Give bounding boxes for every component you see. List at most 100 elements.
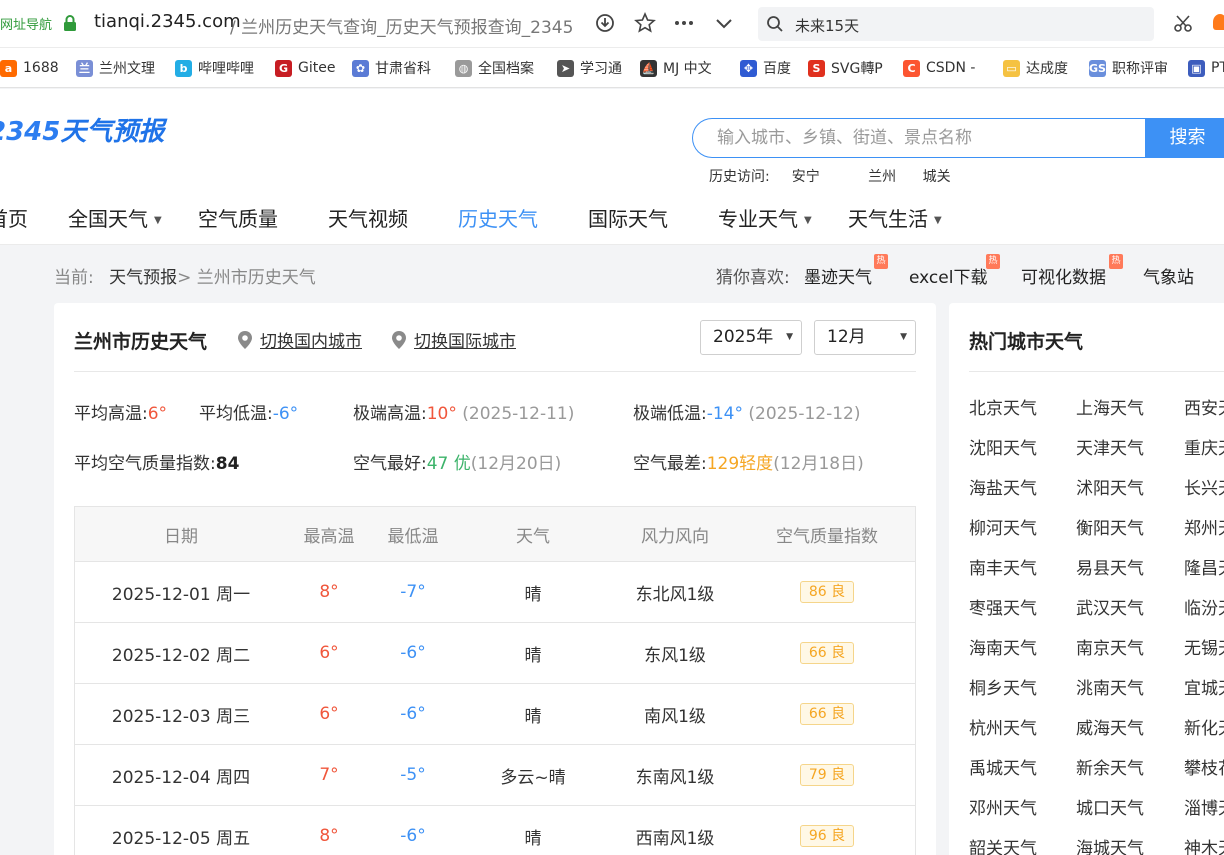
hot-city-link[interactable]: 洮南天气 bbox=[1076, 674, 1144, 699]
bookmark-item[interactable]: G Gitee bbox=[275, 58, 335, 78]
nav-item[interactable]: 天气生活 ▼ bbox=[848, 203, 942, 232]
scissors-icon[interactable] bbox=[1170, 10, 1196, 36]
table-cell-hi: 8° bbox=[319, 582, 339, 602]
url-page-title[interactable]: / 兰州历史天气查询_历史天气预报查询_2345 bbox=[230, 13, 575, 38]
history-item[interactable]: 安宁 bbox=[792, 169, 820, 185]
nav-guide-link[interactable]: 网址导航 bbox=[0, 14, 52, 33]
table-header-cell: 风力风向 bbox=[641, 526, 709, 547]
hot-city-link[interactable]: 神木天 bbox=[1184, 834, 1224, 855]
bookmark-item[interactable]: GS 职称评审 bbox=[1089, 58, 1168, 78]
site-header: 2345天气预报 搜索 历史访问:安宁 兰州 城关 首页 全国天气▼ 空气质量 天气视… bbox=[0, 89, 1224, 245]
bookmark-item[interactable]: C CSDN - bbox=[903, 58, 975, 78]
site-logo[interactable]: 2345天气预报 bbox=[0, 111, 164, 148]
hot-city-link[interactable]: 北京天气 bbox=[969, 394, 1037, 419]
hot-city-link[interactable]: 城口天气 bbox=[1076, 794, 1144, 819]
hot-city-link[interactable]: 上海天气 bbox=[1076, 394, 1144, 419]
hot-city-link[interactable]: 海南天气 bbox=[969, 634, 1037, 659]
bookmark-item[interactable]: ▣ PT bbox=[1188, 58, 1224, 78]
hot-city-link[interactable]: 无锡天 bbox=[1184, 634, 1224, 659]
extension-icon[interactable] bbox=[1213, 14, 1224, 30]
hot-city-link[interactable]: 重庆天 bbox=[1184, 434, 1224, 459]
hot-city-link[interactable]: 禹城天气 bbox=[969, 754, 1037, 779]
hot-city-link[interactable]: 杭州天气 bbox=[969, 714, 1037, 739]
bookmark-item[interactable]: b 哔哩哔哩 bbox=[175, 58, 254, 78]
bookmark-item[interactable]: ⛵ MJ 中文 bbox=[640, 58, 712, 78]
guess-item-visual[interactable]: 可视化数据 bbox=[1021, 263, 1106, 288]
hot-city-link[interactable]: 临汾天 bbox=[1184, 594, 1224, 619]
bookmark-item[interactable]: 兰兰州文理 bbox=[76, 58, 155, 78]
hot-city-link[interactable]: 枣强天气 bbox=[969, 594, 1037, 619]
hot-cities-title: 热门城市天气 bbox=[969, 331, 1084, 353]
switch-intl-link[interactable]: 切换国际城市 bbox=[392, 327, 516, 352]
hot-city-link[interactable]: 邓州天气 bbox=[969, 794, 1037, 819]
breadcrumb-link-forecast[interactable]: 天气预报 bbox=[109, 268, 177, 288]
hot-city-link[interactable]: 沭阳天气 bbox=[1076, 474, 1144, 499]
browser-search-box[interactable]: 未来15天 bbox=[758, 7, 1154, 41]
table-row: 2025-12-05 周五 8° -6° 晴 西南风1级 96 良 bbox=[75, 805, 915, 855]
star-icon[interactable] bbox=[632, 10, 658, 36]
table-cell-date: 2025-12-02 周二 bbox=[111, 645, 251, 666]
history-item[interactable]: 兰州 bbox=[868, 169, 896, 185]
url-domain[interactable]: tianqi.2345.com bbox=[94, 11, 241, 32]
table-cell-wind: 东北风1级 bbox=[635, 584, 715, 605]
nav-item[interactable]: 国际天气 bbox=[588, 203, 668, 232]
hot-city-link[interactable]: 西安天 bbox=[1184, 394, 1224, 419]
hot-city-link[interactable]: 南丰天气 bbox=[969, 554, 1037, 579]
nav-item[interactable]: 全国天气 ▼ bbox=[68, 203, 162, 232]
hot-city-link[interactable]: 柳河天气 bbox=[969, 514, 1037, 539]
bookmark-item[interactable]: a 1688 bbox=[0, 58, 59, 78]
bookmark-item[interactable]: ➤ 学习通 bbox=[557, 58, 622, 78]
switch-domestic-link[interactable]: 切换国内城市 bbox=[238, 327, 362, 352]
bookmark-label: 达成度 bbox=[1026, 61, 1068, 77]
lock-icon[interactable] bbox=[63, 15, 77, 31]
month-select[interactable]: 12月 ▼ bbox=[814, 320, 916, 355]
guess-item-station[interactable]: 气象站 bbox=[1143, 263, 1194, 288]
nav-item[interactable]: 天气视频 bbox=[328, 203, 408, 232]
city-search-box[interactable] bbox=[692, 118, 1146, 158]
table-cell-wind: 西南风1级 bbox=[635, 828, 715, 849]
bookmark-item[interactable]: ✥ 百度 bbox=[740, 58, 791, 78]
bookmark-item[interactable]: S SVG轉P bbox=[808, 58, 883, 78]
hot-city-link[interactable]: 沈阳天气 bbox=[969, 434, 1037, 459]
hot-city-link[interactable]: 武汉天气 bbox=[1076, 594, 1144, 619]
nav-item[interactable]: 专业天气 ▼ bbox=[718, 203, 812, 232]
more-icon[interactable] bbox=[671, 10, 697, 36]
hot-tag: 热 bbox=[1109, 254, 1123, 269]
hot-city-link[interactable]: 桐乡天气 bbox=[969, 674, 1037, 699]
city-search-input[interactable] bbox=[717, 128, 1137, 148]
bookmark-label: 学习通 bbox=[580, 61, 622, 77]
hot-city-link[interactable]: 衡阳天气 bbox=[1076, 514, 1144, 539]
hot-city-link[interactable]: 易县天气 bbox=[1076, 554, 1144, 579]
chevron-down-icon[interactable] bbox=[711, 10, 737, 36]
table-cell-aqi: 66 良 bbox=[739, 684, 915, 744]
guess-item-excel[interactable]: excel下载 bbox=[909, 263, 987, 288]
hot-city-link[interactable]: 天津天气 bbox=[1076, 434, 1144, 459]
table-cell-aqi: 86 良 bbox=[739, 562, 915, 622]
hot-city-link[interactable]: 郑州天 bbox=[1184, 514, 1224, 539]
download-icon[interactable] bbox=[592, 10, 618, 36]
nav-item[interactable]: 空气质量 bbox=[198, 203, 278, 232]
bookmark-item[interactable]: ◍ 全国档案 bbox=[455, 58, 534, 78]
nav-item[interactable]: 历史天气 bbox=[458, 203, 538, 232]
hot-city-link[interactable]: 新余天气 bbox=[1076, 754, 1144, 779]
bookmark-item[interactable]: ▭ 达成度 bbox=[1003, 58, 1068, 78]
hot-city-link[interactable]: 宜城天 bbox=[1184, 674, 1224, 699]
nav-item[interactable]: 首页 bbox=[0, 203, 28, 232]
search-button[interactable]: 搜索 bbox=[1145, 118, 1224, 158]
history-item[interactable]: 城关 bbox=[923, 169, 951, 185]
hot-city-link[interactable]: 新化天 bbox=[1184, 714, 1224, 739]
hot-city-link[interactable]: 海城天气 bbox=[1076, 834, 1144, 855]
hot-city-link[interactable]: 海盐天气 bbox=[969, 474, 1037, 499]
hot-city-link[interactable]: 攀枝花 bbox=[1184, 754, 1224, 779]
hot-city-link[interactable]: 韶关天气 bbox=[969, 834, 1037, 855]
bookmark-item[interactable]: ✿ 甘肃省科 bbox=[352, 58, 431, 78]
hot-city-link[interactable]: 威海天气 bbox=[1076, 714, 1144, 739]
year-select[interactable]: 2025年 ▼ bbox=[700, 320, 802, 355]
bookmark-icon: S bbox=[808, 59, 825, 77]
table-header-cell: 日期 bbox=[164, 526, 198, 547]
hot-city-link[interactable]: 南京天气 bbox=[1076, 634, 1144, 659]
guess-item-moji[interactable]: 墨迹天气 bbox=[804, 263, 872, 288]
hot-city-link[interactable]: 淄博天 bbox=[1184, 794, 1224, 819]
hot-city-link[interactable]: 长兴天 bbox=[1184, 474, 1224, 499]
hot-city-link[interactable]: 隆昌天 bbox=[1184, 554, 1224, 579]
